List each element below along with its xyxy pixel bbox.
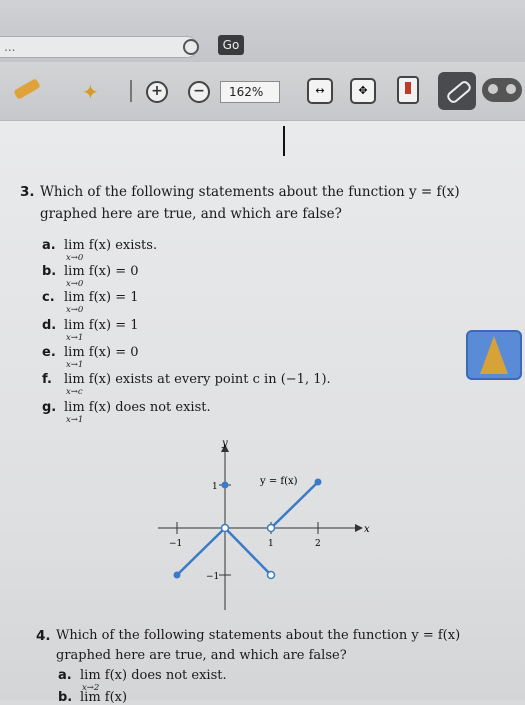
limit-subscript: x→c: [66, 387, 83, 397]
tick-label-y-1: 1: [212, 482, 218, 492]
problem-3-item: f. lim f(x) exists at every point c in (−…: [42, 372, 331, 387]
x-axis-label: x: [364, 524, 370, 535]
item-label: g.: [42, 400, 57, 415]
cone-icon: [480, 336, 508, 374]
fit-page-icon[interactable]: ✥: [350, 78, 376, 104]
zoom-out-icon[interactable]: −: [188, 81, 210, 103]
item-label: a.: [58, 668, 72, 683]
item-text: lim f(x) exists at every point c in (−1,…: [64, 372, 331, 387]
problem-3-item: b. lim f(x) = 0: [42, 264, 139, 279]
limit-subscript: x→0: [66, 305, 84, 315]
closed-point-right: [314, 478, 322, 486]
open-point-bottom-right: [266, 570, 276, 580]
x-axis-arrow: [355, 524, 363, 532]
search-icon[interactable]: [183, 39, 199, 55]
open-point-origin: [220, 523, 230, 533]
url-field[interactable]: ...: [0, 36, 198, 58]
tick-label-x-1: 1: [268, 539, 274, 549]
item-text: lim f(x) = 1: [64, 318, 139, 333]
tick-label-x-2: 2: [315, 539, 321, 549]
zoom-in-icon[interactable]: +: [146, 81, 168, 103]
problem-3-item: e. lim f(x) = 0: [42, 345, 139, 360]
limit-subscript: x→0: [66, 253, 84, 263]
item-text: lim f(x) does not exist.: [80, 668, 227, 683]
go-button[interactable]: Go: [218, 35, 244, 55]
item-label: d.: [42, 318, 57, 333]
item-label: a.: [42, 238, 56, 253]
item-text: lim f(x) = 0: [64, 345, 139, 360]
curve-left-segment: [176, 527, 226, 576]
item-text: lim f(x) = 1: [64, 290, 139, 305]
item-label: c.: [42, 290, 55, 305]
closed-point-top: [221, 481, 229, 489]
closed-point-left: [173, 571, 181, 579]
item-label: f.: [42, 372, 52, 387]
pan-icon[interactable]: ↔: [307, 78, 333, 104]
problem-3-number: 3.: [20, 184, 35, 200]
limit-subscript: x→1: [66, 360, 84, 370]
bookmark-icon[interactable]: [397, 76, 419, 104]
text-cursor: [283, 126, 285, 156]
item-label: e.: [42, 345, 56, 360]
problem-4-number: 4.: [36, 628, 51, 644]
tick-label-x-neg1: −1: [169, 539, 182, 549]
item-text: lim f(x) does not exist.: [64, 400, 211, 415]
toolbar-divider: [130, 80, 132, 102]
function-graph: y x y = f(x) 1 −1 −1 1 2: [158, 440, 370, 610]
curve-middle-segment: [224, 527, 272, 576]
problem-4-item-b: b. lim f(x): [58, 690, 127, 705]
problem-3-stem-line2: graphed here are true, and which are fal…: [40, 206, 342, 222]
item-label: b.: [42, 264, 57, 279]
side-tool-widget[interactable]: [466, 330, 522, 380]
problem-3-item: a. lim f(x) exists.: [42, 238, 157, 253]
item-text: lim f(x) = 0: [64, 264, 139, 279]
y-axis-label: y: [221, 440, 228, 449]
tape-icon[interactable]: [482, 78, 522, 102]
problem-3-item: g. lim f(x) does not exist.: [42, 400, 211, 415]
item-label: b.: [58, 690, 73, 705]
item-text: lim f(x): [80, 690, 128, 705]
problem-3-stem-line1: Which of the following statements about …: [40, 184, 460, 200]
function-label: y = f(x): [259, 476, 298, 487]
tick-label-y-neg1: −1: [206, 572, 219, 582]
link-icon[interactable]: [438, 72, 476, 110]
item-text: lim f(x) exists.: [64, 238, 158, 253]
problem-4-stem-line2: graphed here are true, and which are fal…: [56, 648, 347, 663]
limit-subscript: x→1: [66, 333, 84, 343]
curve-right-segment: [270, 481, 319, 529]
open-point-x1: [266, 523, 276, 533]
limit-subscript: x→1: [66, 415, 84, 425]
zoom-level-field[interactable]: 162%: [220, 81, 280, 103]
limit-subscript: x→0: [66, 279, 84, 289]
problem-3-item: c. lim f(x) = 1: [42, 290, 139, 305]
pin-icon[interactable]: ✦: [82, 80, 99, 104]
problem-4-stem-line1: Which of the following statements about …: [56, 628, 461, 643]
problem-3-item: d. lim f(x) = 1: [42, 318, 139, 333]
problem-4-item-a: a. lim f(x) does not exist.: [58, 668, 227, 683]
